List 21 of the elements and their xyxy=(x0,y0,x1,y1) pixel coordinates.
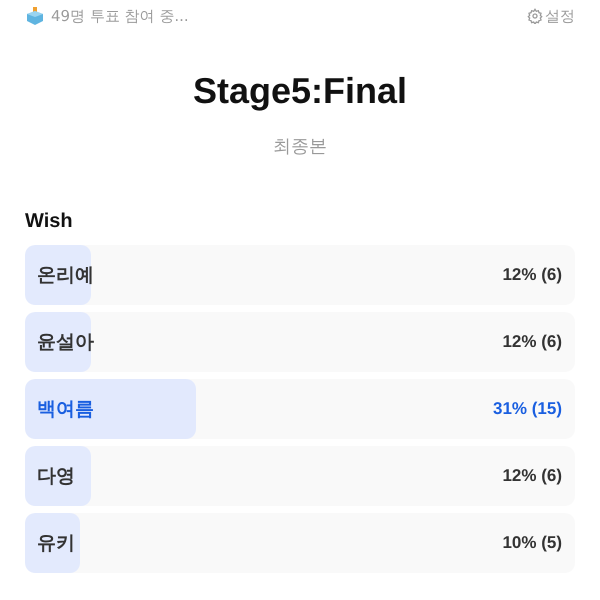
vote-result: 31% (15) xyxy=(493,399,562,419)
ballot-box-icon xyxy=(25,6,45,26)
section-heading: Wish xyxy=(25,210,74,233)
option-name: 다영 xyxy=(37,464,75,489)
settings-icon xyxy=(527,8,543,24)
vote-result: 12% (6) xyxy=(502,466,562,486)
vote-result: 10% (5) xyxy=(502,533,562,553)
vote-option[interactable]: 윤설아 12% (6) xyxy=(25,312,575,372)
vote-option[interactable]: 다영 12% (6) xyxy=(25,446,575,506)
option-name: 유키 xyxy=(37,531,75,556)
vote-result: 12% (6) xyxy=(502,332,562,352)
vote-option[interactable]: 유키 10% (5) xyxy=(25,513,575,573)
poll-subtitle: 최종본 xyxy=(272,135,328,158)
poll-title: Stage5:Final xyxy=(192,70,408,112)
option-name: 온리예 xyxy=(37,263,94,288)
vote-option[interactable]: 온리예 12% (6) xyxy=(25,245,575,305)
option-name: 백여름 xyxy=(37,397,94,422)
participation-status: 49명 투표 참여 중... xyxy=(51,6,189,26)
vote-result: 12% (6) xyxy=(502,265,562,285)
option-name: 윤설아 xyxy=(37,330,94,355)
vote-option[interactable]: 백여름 31% (15) xyxy=(25,379,575,439)
